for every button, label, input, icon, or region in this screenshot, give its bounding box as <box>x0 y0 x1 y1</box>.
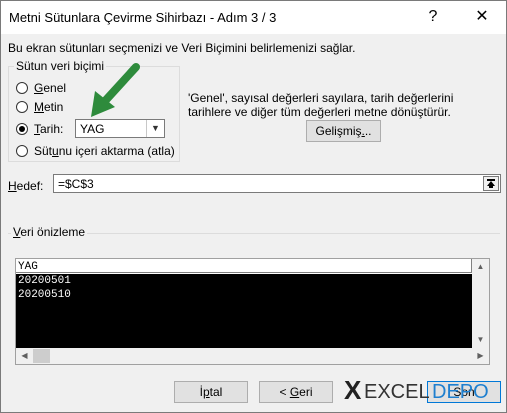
date-format-value: YAG <box>80 122 105 136</box>
svg-text:EXCEL: EXCEL <box>364 381 430 403</box>
destination-label: Hedef: <box>8 179 44 193</box>
preview-data-column[interactable]: 20200501 20200510 <box>16 274 472 348</box>
radio-text-label: Metin <box>34 100 64 114</box>
radio-general-label: Genel <box>34 81 67 95</box>
scroll-left-icon[interactable]: ◀ <box>16 348 33 364</box>
close-icon: ✕ <box>475 8 489 25</box>
preview-column-header[interactable]: YAG <box>16 259 472 273</box>
close-button[interactable]: ✕ <box>460 3 504 31</box>
advanced-button[interactable]: Gelişmiş... <box>306 120 381 142</box>
chevron-down-icon[interactable]: ▼ <box>146 120 164 137</box>
intro-text: Bu ekran sütunları seçmenizi ve Veri Biç… <box>8 41 356 55</box>
radio-date-circle[interactable] <box>16 123 28 135</box>
green-arrow-icon <box>91 63 140 117</box>
collapse-dialog-icon[interactable] <box>483 176 499 191</box>
destination-value: =$C$3 <box>58 177 94 191</box>
excel-depo-watermark: X EXCEL DEPO <box>344 373 498 407</box>
title-bar: Metni Sütunlara Çevirme Sihirbazı - Adım… <box>1 1 506 34</box>
svg-text:DEPO: DEPO <box>432 381 489 403</box>
scroll-down-icon[interactable]: ▼ <box>472 332 489 348</box>
preview-row: 20200510 <box>18 289 71 301</box>
radio-skip-circle[interactable] <box>16 145 28 157</box>
radio-general-circle[interactable] <box>16 82 28 94</box>
wizard-dialog: Metni Sütunlara Çevirme Sihirbazı - Adım… <box>0 0 507 413</box>
watermark-logo: X EXCEL DEPO <box>344 375 489 405</box>
radio-date-label: Tarih: <box>34 122 64 136</box>
vertical-scrollbar[interactable]: ▲ ▼ <box>472 259 489 348</box>
back-button[interactable]: < Geri <box>259 381 333 403</box>
radio-skip-label: Sütunu içeri aktarma (atla) <box>34 144 175 158</box>
help-button[interactable]: ? <box>411 3 455 31</box>
scrollbar-thumb[interactable] <box>33 349 50 363</box>
format-description: 'Genel', sayısal değerleri sayılara, tar… <box>188 91 454 119</box>
radio-text-circle[interactable] <box>16 101 28 113</box>
preview-row: 20200501 <box>18 275 71 287</box>
scroll-up-icon[interactable]: ▲ <box>472 259 489 275</box>
preview-legend: Veri önizleme <box>11 225 88 239</box>
svg-text:X: X <box>344 375 362 405</box>
destination-input[interactable]: =$C$3 <box>53 174 501 193</box>
scroll-right-icon[interactable]: ▶ <box>472 348 489 364</box>
horizontal-scrollbar[interactable]: ◀ ▶ <box>16 348 489 364</box>
cancel-button[interactable]: İptal <box>174 381 248 403</box>
dialog-title: Metni Sütunlara Çevirme Sihirbazı - Adım… <box>9 10 277 25</box>
help-icon: ? <box>428 8 438 25</box>
data-preview: YAG 20200501 20200510 ▲ ▼ ◀ ▶ <box>15 258 490 365</box>
